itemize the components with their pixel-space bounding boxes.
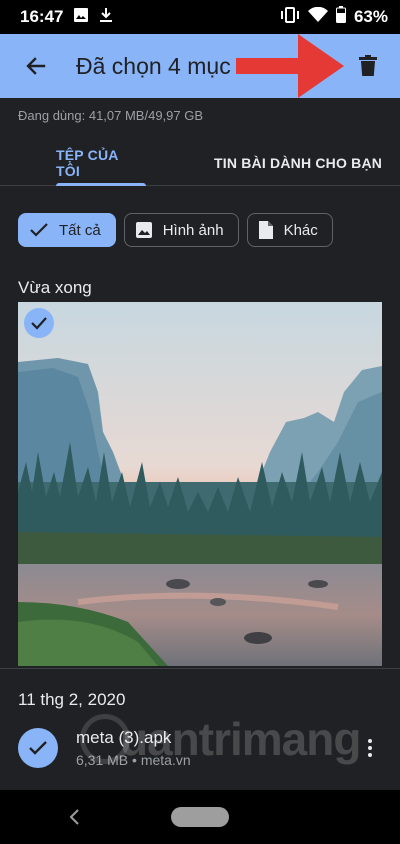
- more-vert-icon: [368, 739, 372, 743]
- selected-check[interactable]: [24, 308, 54, 338]
- tab-indicator: [56, 183, 146, 186]
- check-icon: [29, 741, 47, 755]
- battery-icon: [335, 6, 346, 28]
- chip-label: Khác: [283, 221, 318, 239]
- trash-icon: [359, 55, 377, 76]
- chip-all[interactable]: Tất cả: [18, 213, 116, 247]
- more-options-button[interactable]: [358, 734, 382, 762]
- check-icon: [30, 223, 48, 237]
- navigation-bar: [0, 790, 400, 844]
- landscape-image: [18, 302, 382, 666]
- home-pill[interactable]: [171, 807, 229, 827]
- image-notification-icon: [73, 7, 89, 28]
- section-title-date: 11 thg 2, 2020: [18, 690, 126, 709]
- battery-percent: 63%: [353, 7, 388, 26]
- tab-label: TIN BÀI DÀNH CHO BẠN: [214, 155, 383, 171]
- delete-button[interactable]: [354, 52, 382, 80]
- selected-check[interactable]: [18, 728, 58, 768]
- storage-usage: Đang dùng: 41,07 MB/49,97 GB: [18, 108, 204, 123]
- image-icon: [135, 222, 152, 238]
- dot: [368, 753, 372, 757]
- nav-back-icon[interactable]: [68, 808, 80, 826]
- back-button[interactable]: [8, 38, 64, 94]
- wifi-icon: [307, 6, 328, 28]
- chip-other[interactable]: Khác: [246, 213, 333, 247]
- tab-my-files[interactable]: TỆP CỦA TÔI: [56, 140, 146, 186]
- chip-label: Hình ảnh: [162, 221, 224, 239]
- section-title-recent: Vừa xong: [18, 278, 92, 297]
- dot: [368, 746, 372, 750]
- arrow-left-icon: [26, 57, 46, 75]
- file-icon: [258, 221, 273, 239]
- chip-label: Tất cả: [59, 221, 101, 239]
- filter-chips: Tất cả Hình ảnh Khác: [18, 213, 333, 247]
- chip-images[interactable]: Hình ảnh: [123, 213, 239, 247]
- divider: [0, 668, 400, 669]
- annotation-arrow: [236, 34, 344, 98]
- tab-news[interactable]: TIN BÀI DÀNH CHO BẠN: [214, 140, 382, 186]
- status-bar: 16:47 63%: [0, 0, 400, 34]
- download-icon: [99, 7, 113, 28]
- tab-bar: TỆP CỦA TÔI TIN BÀI DÀNH CHO BẠN: [0, 140, 400, 186]
- image-thumbnail[interactable]: [18, 302, 382, 666]
- vibrate-icon: [280, 6, 300, 28]
- file-meta: 6,31 MB • meta.vn: [76, 752, 191, 768]
- status-time: 16:47: [20, 7, 64, 26]
- tab-label: TỆP CỦA TÔI: [56, 147, 119, 179]
- page-title: Đã chọn 4 mục: [76, 52, 231, 79]
- file-name: meta (3).apk: [76, 728, 172, 747]
- list-item[interactable]: meta (3).apk 6,31 MB • meta.vn: [0, 724, 400, 772]
- check-icon: [31, 317, 47, 330]
